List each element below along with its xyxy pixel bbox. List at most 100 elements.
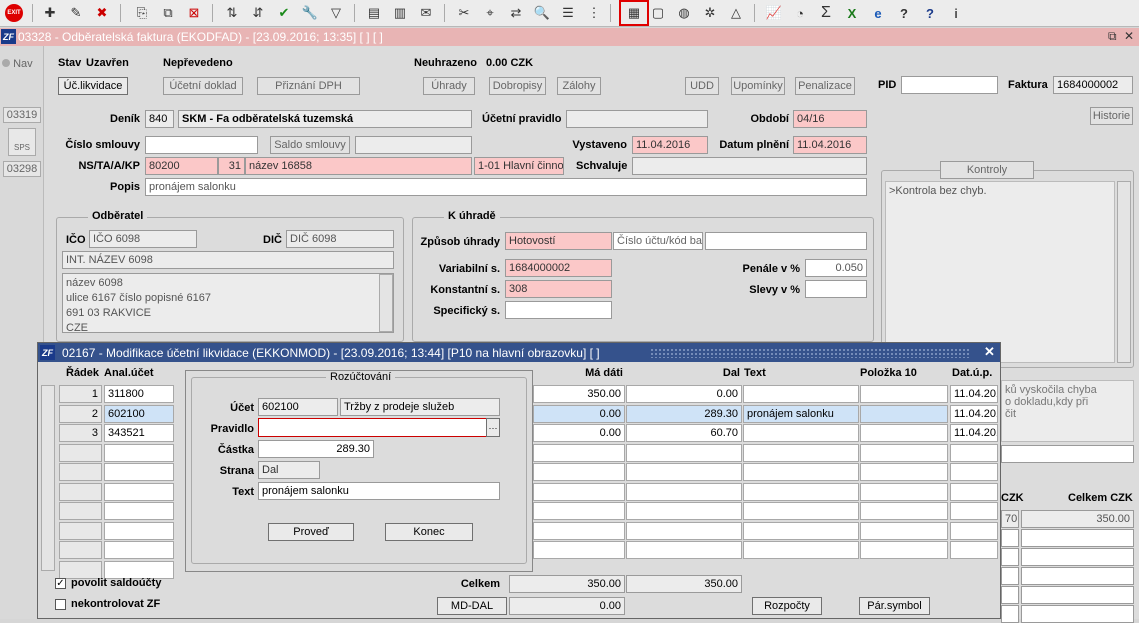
ns-field[interactable]: 80200 [145,157,218,175]
linked-doc-03319[interactable]: 03319 [3,107,41,123]
cislo-uctu-field[interactable]: Číslo účtu/kód bar [613,232,703,250]
grid-text[interactable] [743,463,859,481]
help-icon[interactable]: ? [894,3,914,23]
vystaveno-field[interactable]: 11.04.2016 [632,136,708,154]
grid-polozka[interactable] [860,424,948,442]
grid-ma-dati[interactable]: 0.00 [533,424,625,442]
grid-polozka[interactable] [860,385,948,403]
udd-button[interactable]: UDD [685,77,719,95]
par-symbol-button[interactable]: Pár.symbol [859,597,930,615]
ta-field[interactable]: 31 [218,157,245,175]
transfer-icon[interactable]: ⇄ [506,3,526,23]
zpusob-uhrady-field[interactable]: Hotovostí [505,232,612,250]
ucetni-doklad-button[interactable]: Účetní doklad [163,77,243,95]
sort-desc-icon[interactable]: ⇵ [248,3,268,23]
roz-pravidlo-field[interactable] [258,418,487,437]
copy-icon[interactable]: ⎘ [132,3,152,23]
chart-icon[interactable]: 📈 [764,3,784,23]
cut-icon[interactable]: ✂ [454,3,474,23]
grid-ma-dati[interactable] [533,463,625,481]
nav-button[interactable]: Nav [2,58,33,70]
grid-text[interactable] [743,522,859,540]
grid-dat-up[interactable] [950,463,998,481]
sps-button[interactable]: SPS [8,128,36,156]
grid-text[interactable] [743,385,859,403]
slevy-field[interactable] [805,280,867,298]
linked-doc-03298[interactable]: 03298 [3,161,41,177]
confirm-icon[interactable]: ✔ [274,3,294,23]
grid-dal[interactable] [626,483,742,501]
datum-plneni-field[interactable]: 11.04.2016 [793,136,867,154]
print-icon[interactable]: ▤ [364,3,384,23]
list-icon[interactable]: ☰ [558,3,578,23]
tree-icon[interactable]: ⋮ [584,3,604,23]
grid-anal-ucet[interactable]: 602100 [104,405,174,423]
grid-polozka[interactable] [860,483,948,501]
penalizace-button[interactable]: Penalizace [795,77,855,95]
priznani-dph-button[interactable]: Přiznání DPH [257,77,360,95]
grid-ma-dati[interactable]: 350.00 [533,385,625,403]
tools-icon[interactable]: 🔧 [300,3,320,23]
historie-button[interactable]: Historie [1090,107,1133,125]
grid-dal[interactable]: 0.00 [626,385,742,403]
grid-anal-ucet[interactable] [104,541,174,559]
grid-anal-ucet[interactable]: 311800 [104,385,174,403]
grid-polozka[interactable] [860,444,948,462]
globe-icon[interactable]: ◍ [674,3,694,23]
mail-icon[interactable]: ✉ [416,3,436,23]
rozpocty-button[interactable]: Rozpočty [752,597,822,615]
grid-dat-up[interactable] [950,444,998,462]
internet-explorer-icon[interactable]: e [868,3,888,23]
add-icon[interactable]: ✚ [40,3,60,23]
konstantni-field[interactable]: 308 [505,280,612,298]
grid-anal-ucet[interactable]: 343521 [104,424,174,442]
konec-button[interactable]: Konec [385,523,473,541]
grid-ma-dati[interactable] [533,483,625,501]
grid-polozka[interactable] [860,405,948,423]
grid-dat-up[interactable] [950,502,998,520]
popis-field[interactable]: pronájem salonku [145,178,867,196]
grid-polozka[interactable] [860,463,948,481]
grid-dat-up[interactable] [950,522,998,540]
copy-doc-icon[interactable]: ⧉ [158,3,178,23]
address-scrollbar[interactable] [379,274,393,332]
sum-icon[interactable]: Σ [816,3,836,23]
grid-polozka[interactable] [860,502,948,520]
grid-dat-up[interactable]: 11.04.201 [950,405,998,423]
liquidation-icon[interactable]: ▦ [619,0,649,26]
post-icon[interactable]: ⌖ [480,3,500,23]
grid-text[interactable] [743,444,859,462]
grid-ma-dati[interactable]: 0.00 [533,405,625,423]
grid-ma-dati[interactable] [533,444,625,462]
variabilni-field[interactable]: 1684000002 [505,259,612,277]
grid-text[interactable] [743,483,859,501]
kontroly-button[interactable]: Kontroly [940,161,1034,179]
grid-dat-up[interactable] [950,541,998,559]
grid-dat-up[interactable] [950,483,998,501]
grid-dal[interactable] [626,463,742,481]
uc-likvidace-button[interactable]: Úč.likvidace [58,77,128,95]
grid-dat-up[interactable]: 11.04.201 [950,385,998,403]
penale-field[interactable]: 0.050 [805,259,867,277]
grid-scrollbar[interactable] [41,385,55,571]
kontroly-scrollbar[interactable] [1117,181,1131,363]
obdobi-field[interactable]: 04/16 [793,110,867,128]
cislo-uctu-field-2[interactable] [705,232,867,250]
clock-icon[interactable]: ◔ [790,3,810,23]
sort-asc-icon[interactable]: ⇅ [222,3,242,23]
roz-castka-field[interactable]: 289.30 [258,440,374,458]
grid-text[interactable] [743,424,859,442]
grid-ma-dati[interactable] [533,522,625,540]
provest-button[interactable]: Proveď [268,523,354,541]
grid-ma-dati[interactable] [533,502,625,520]
grid-dal[interactable]: 289.30 [626,405,742,423]
povolit-saldoucty-checkbox[interactable]: ✓ [55,578,66,589]
grid-anal-ucet[interactable] [104,444,174,462]
edit-icon[interactable]: ✎ [66,3,86,23]
grid-anal-ucet[interactable] [104,502,174,520]
upominky-button[interactable]: Upomínky [731,77,785,95]
grid-anal-ucet[interactable] [104,522,174,540]
grid-dal[interactable] [626,502,742,520]
context-help-icon[interactable]: ? [920,3,940,23]
grid-dat-up[interactable]: 11.04.201 [950,424,998,442]
